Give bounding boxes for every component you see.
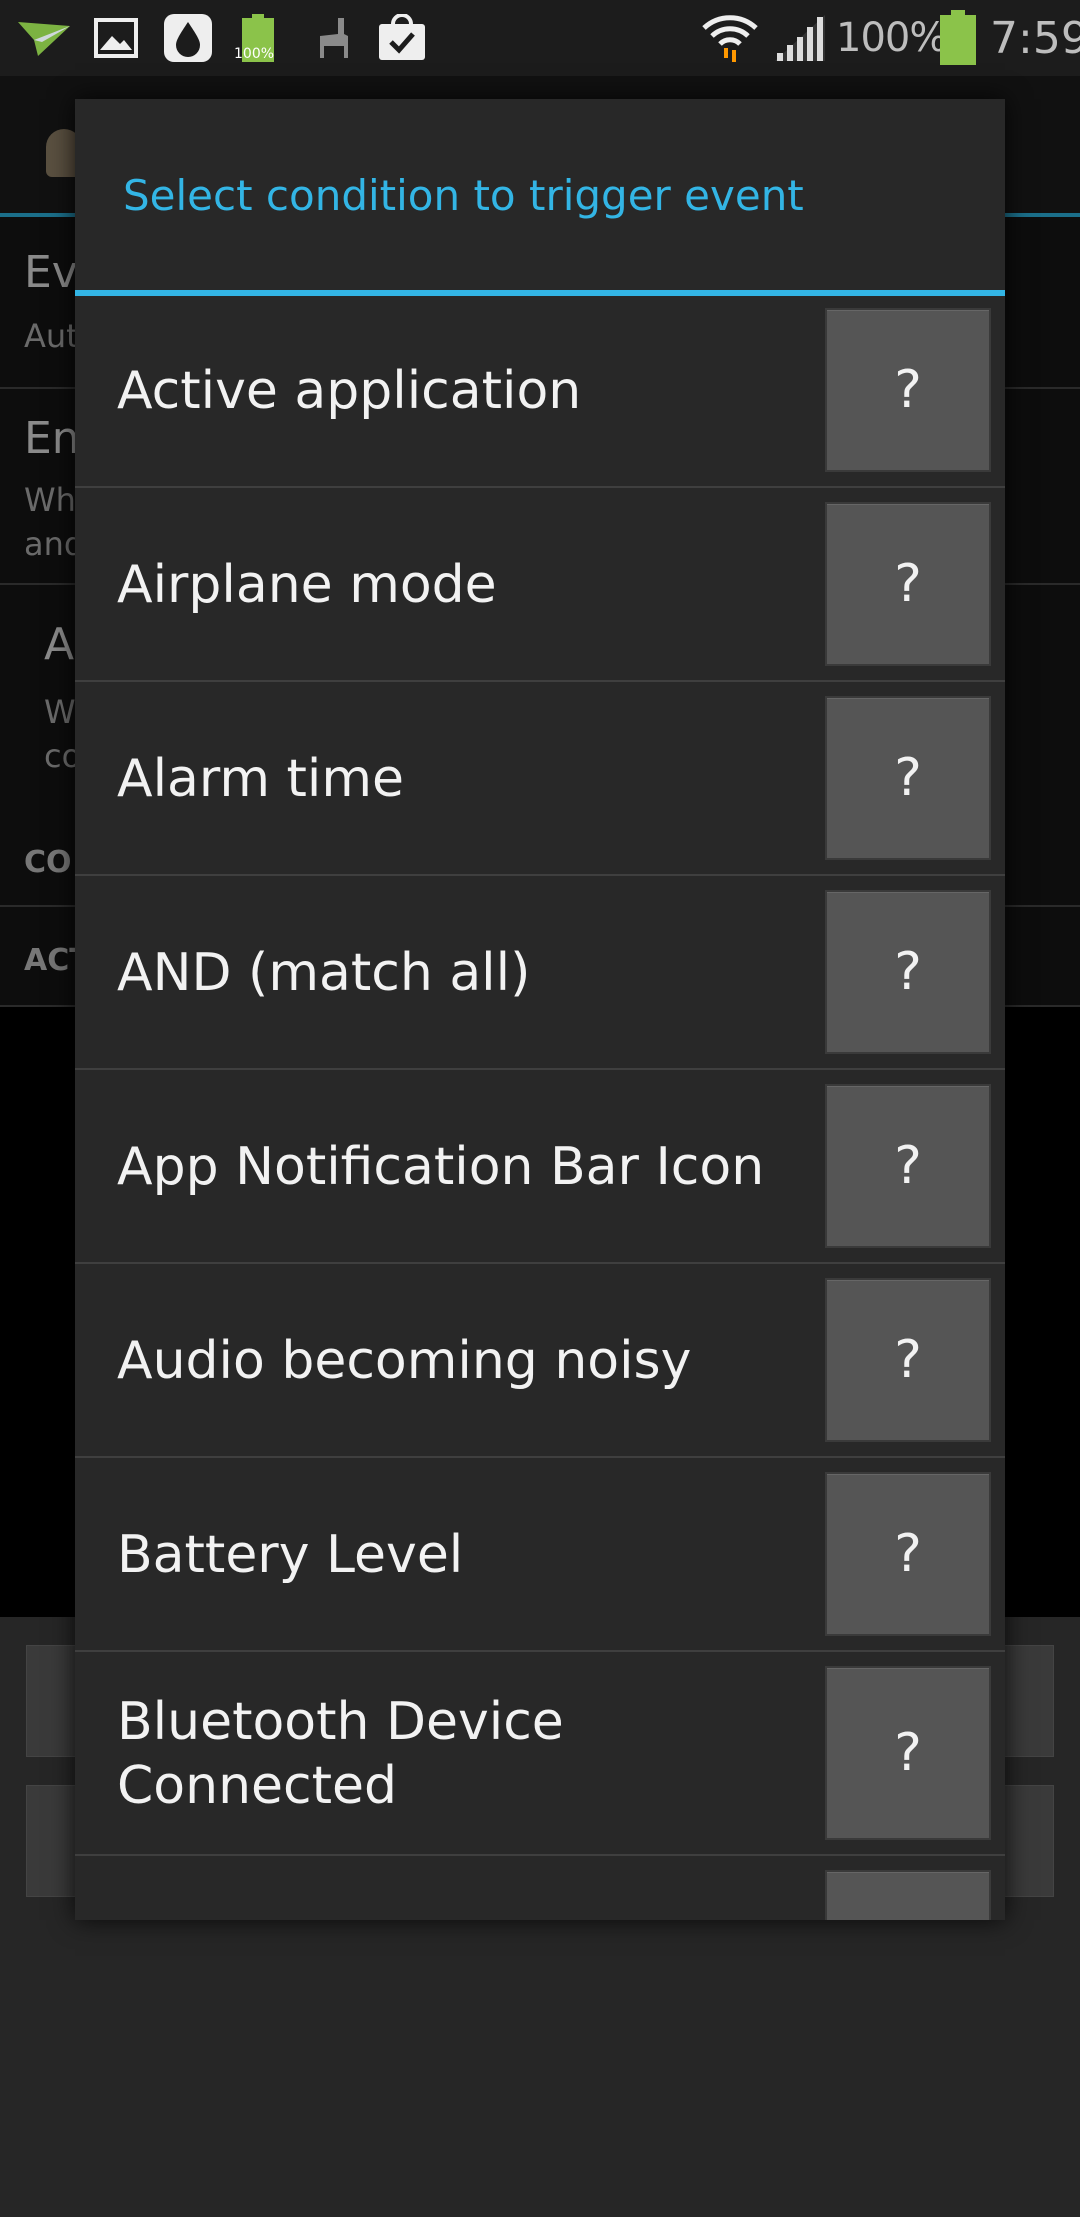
condition-item-app-notification-bar-icon[interactable]: App Notification Bar Icon ? xyxy=(75,1072,1005,1264)
condition-label: AND (match all) xyxy=(117,943,531,1003)
battery-badge: 100% xyxy=(234,46,275,62)
llama-icon xyxy=(304,12,360,64)
help-button[interactable] xyxy=(825,1870,991,1920)
condition-item-audio-becoming-noisy[interactable]: Audio becoming noisy ? xyxy=(75,1266,1005,1458)
help-button[interactable]: ? xyxy=(825,1278,991,1442)
clock: 7:59 xyxy=(990,12,1080,64)
help-button[interactable]: ? xyxy=(825,696,991,860)
condition-label: Active application xyxy=(117,361,582,421)
drop-icon xyxy=(160,12,216,64)
shopping-bag-icon xyxy=(374,12,430,64)
background-row-subtitle: Wh xyxy=(24,481,76,519)
condition-item-partial[interactable] xyxy=(75,1858,1005,1920)
conditions-section-header: CO xyxy=(24,845,72,880)
select-condition-dialog: Select condition to trigger event Active… xyxy=(75,99,1005,1920)
condition-item-and-match-all[interactable]: AND (match all) ? xyxy=(75,878,1005,1070)
condition-label: Alarm time xyxy=(117,749,405,809)
condition-item-active-application[interactable]: Active application ? xyxy=(75,296,1005,488)
send-icon xyxy=(14,12,74,64)
battery-icon xyxy=(938,10,978,65)
dialog-title: Select condition to trigger event xyxy=(123,170,804,220)
condition-item-alarm-time[interactable]: Alarm time ? xyxy=(75,684,1005,876)
wifi-icon xyxy=(700,12,760,64)
background-row-title: Ev xyxy=(24,247,78,298)
condition-label: Audio becoming noisy xyxy=(117,1331,692,1391)
condition-item-airplane-mode[interactable]: Airplane mode ? xyxy=(75,490,1005,682)
background-row-subtitle: Aut xyxy=(24,317,79,355)
background-row-subtitle: W xyxy=(44,693,76,731)
help-button[interactable]: ? xyxy=(825,890,991,1054)
background-row-title: En xyxy=(24,413,80,464)
status-bar: 100% 100% 7:59 xyxy=(0,0,1080,77)
condition-label: Airplane mode xyxy=(117,555,497,615)
condition-label: Bluetooth Device Connected xyxy=(117,1692,564,1816)
image-icon xyxy=(88,12,144,64)
condition-label: App Notification Bar Icon xyxy=(117,1137,765,1197)
battery-percent: 100% xyxy=(836,15,947,61)
help-button[interactable]: ? xyxy=(825,502,991,666)
help-button[interactable]: ? xyxy=(825,1084,991,1248)
help-button[interactable]: ? xyxy=(825,1472,991,1636)
dialog-title-bar: Select condition to trigger event xyxy=(75,99,1005,291)
help-button[interactable]: ? xyxy=(825,308,991,472)
condition-item-battery-level[interactable]: Battery Level ? xyxy=(75,1460,1005,1652)
condition-item-bluetooth-device-connected[interactable]: Bluetooth Device Connected ? xyxy=(75,1654,1005,1856)
help-button[interactable]: ? xyxy=(825,1666,991,1840)
signal-icon xyxy=(772,12,828,64)
condition-label: Battery Level xyxy=(117,1525,464,1585)
background-row-title: A xyxy=(44,619,75,670)
